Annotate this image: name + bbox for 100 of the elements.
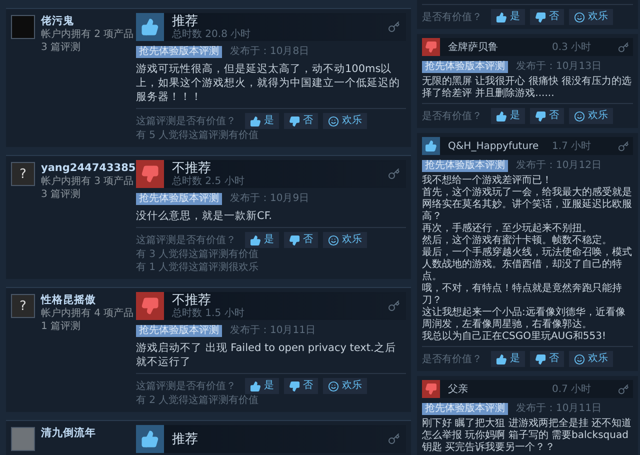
review-count[interactable]: 1 篇评测 bbox=[41, 321, 134, 333]
posted-date: 发布于：10月8日 bbox=[230, 46, 310, 58]
smile-icon bbox=[328, 234, 339, 246]
thumbs-down-icon bbox=[425, 41, 437, 53]
key-icon bbox=[388, 300, 400, 312]
verdict-title[interactable]: 不推荐 bbox=[172, 292, 380, 308]
review-paragraph: 再次，手感还行，至少玩起来不别扭。 bbox=[422, 223, 593, 234]
verdict-title[interactable]: 不推荐 bbox=[172, 160, 380, 176]
funny-button[interactable]: 欢乐 bbox=[569, 351, 613, 367]
avatar[interactable]: ? bbox=[11, 162, 35, 186]
no-button[interactable]: 否 bbox=[530, 351, 564, 367]
review-paragraph: 我不想给一个游戏差评而已！ bbox=[422, 175, 553, 186]
early-access-tag: 抢先体验版本评测 bbox=[136, 193, 222, 205]
thumbs-up-icon bbox=[141, 430, 159, 448]
thumbs-down-icon bbox=[535, 110, 546, 122]
thumbs-up-icon bbox=[425, 140, 437, 152]
thumbs-down-icon bbox=[141, 297, 159, 315]
review-paragraph: 这让我想起来一个小品:远看像刘德华，近看像周润发，左看像周星驰，右看像郭达。 bbox=[422, 307, 626, 330]
review-paragraph: 哦，不对，有特点！特点就是竟然奔跑只能持刀？ bbox=[422, 283, 623, 306]
thumbs-up-icon bbox=[141, 18, 159, 36]
yes-button[interactable]: 是 bbox=[491, 108, 525, 124]
smile-icon bbox=[574, 12, 585, 22]
review-count[interactable]: 3 篇评测 bbox=[41, 189, 136, 201]
early-access-tag: 抢先体验版本评测 bbox=[422, 403, 508, 415]
verdict-title[interactable]: 推荐 bbox=[172, 432, 380, 446]
hours-played: 总时数 20.8 小时 bbox=[172, 28, 252, 40]
yes-button[interactable]: 是 bbox=[245, 378, 279, 394]
helpful-prompt: 这篇评测是否有价值？ bbox=[136, 380, 236, 393]
author-name[interactable]: 父亲 bbox=[448, 382, 544, 396]
no-button[interactable]: 否 bbox=[284, 232, 318, 248]
yes-button[interactable]: 是 bbox=[245, 232, 279, 248]
posted-date: 发布于：10月13日 bbox=[516, 61, 602, 73]
helpful-prompt: 是否有价值？ bbox=[422, 110, 482, 123]
thumbs-down-icon bbox=[141, 165, 159, 183]
thumbs-up-icon bbox=[496, 110, 507, 122]
yes-button[interactable]: 是 bbox=[491, 9, 525, 25]
funny-button[interactable]: 欢乐 bbox=[569, 108, 613, 124]
hours-played: 总时数 2.5 小时 bbox=[172, 176, 246, 188]
avatar[interactable]: ? bbox=[11, 294, 35, 318]
review-text: 游戏可玩性很高，但是延迟太高了，动不动100ms以上，如果这个游戏想火，就得为中国建立一个低延迟的服务器！！！ bbox=[136, 62, 401, 104]
funny-button[interactable]: 欢乐 bbox=[323, 378, 367, 394]
key-icon bbox=[618, 42, 629, 52]
funny-button[interactable]: 欢乐 bbox=[323, 113, 367, 129]
review-paragraph: 然后，这个游戏有蜜汁卡顿。帧数不稳定。 bbox=[422, 235, 613, 246]
author-name[interactable]: 清九倒流年 bbox=[41, 427, 96, 440]
smile-icon bbox=[328, 116, 339, 126]
posted-date: 发布于：10月11日 bbox=[230, 325, 316, 337]
yes-button[interactable]: 是 bbox=[245, 113, 279, 129]
author-name[interactable]: 佬污鬼 bbox=[41, 15, 134, 28]
smile-icon bbox=[574, 110, 585, 122]
products-owned[interactable]: 帐户内拥有 4 项产品 bbox=[41, 308, 134, 320]
review-text: 游戏启动不了 出现 Failed to open privacy text.之后就不运行了 bbox=[136, 341, 397, 369]
thumbs-up-icon bbox=[250, 380, 261, 392]
helpful-prompt: 这篇评测是否有价值？ bbox=[136, 234, 236, 247]
products-owned[interactable]: 帐户内拥有 2 项产品 bbox=[41, 29, 134, 41]
review-paragraph: 最后，一个手感穿越火线，玩法使命召唤，模式人数战地的游戏。东借西借，却没了自己的特点。 bbox=[422, 247, 633, 282]
early-access-tag: 抢先体验版本评测 bbox=[136, 46, 222, 58]
author-name[interactable]: 性格昆摇傲 bbox=[41, 294, 134, 307]
review-paragraph: 我总以为自己正在CSGO里玩AUG和553! bbox=[422, 331, 607, 343]
no-button[interactable]: 否 bbox=[284, 378, 318, 394]
helpful-count: 有 3 人觉得这篇评测有价值 bbox=[136, 249, 260, 261]
thumbs-down-icon bbox=[535, 354, 546, 364]
hours-played: 总时数 1.5 小时 bbox=[172, 308, 246, 320]
posted-date: 发布于：10月12日 bbox=[516, 160, 602, 172]
helpful-count: 有 1 人觉得这篇评测很欢乐 bbox=[136, 262, 260, 274]
author-name[interactable]: 金牌萨贝鲁 bbox=[448, 40, 544, 54]
review-text: 没什么意思，就是一款新CF. bbox=[136, 209, 274, 223]
thumbs-up-icon bbox=[496, 12, 507, 22]
products-owned[interactable]: 帐户内拥有 3 项产品 bbox=[41, 176, 136, 188]
helpful-count: 有 5 人觉得这篇评测有价值 bbox=[136, 130, 260, 142]
key-icon bbox=[618, 384, 629, 394]
hours-played: 0.7 小时 bbox=[552, 382, 592, 396]
avatar[interactable] bbox=[11, 15, 35, 39]
author-name[interactable]: yang244743385 bbox=[41, 162, 136, 175]
funny-button[interactable]: 欢乐 bbox=[569, 9, 613, 25]
avatar[interactable] bbox=[11, 427, 35, 451]
funny-button[interactable]: 欢乐 bbox=[323, 232, 367, 248]
no-button[interactable]: 否 bbox=[530, 108, 564, 124]
helpful-count: 有 2 人觉得这篇评测有价值 bbox=[136, 395, 260, 407]
review-count[interactable]: 3 篇评测 bbox=[41, 42, 134, 54]
key-icon bbox=[388, 433, 400, 445]
helpful-prompt: 是否有价值？ bbox=[422, 11, 482, 24]
verdict-title[interactable]: 推荐 bbox=[172, 14, 380, 28]
no-button[interactable]: 否 bbox=[530, 9, 564, 25]
helpful-prompt: 是否有价值？ bbox=[422, 353, 482, 366]
review-text: 无限的黑屏 让我很开心 很痛快 很没有压力的选择了给差评 并且删除游戏...... bbox=[422, 76, 633, 100]
yes-button[interactable]: 是 bbox=[491, 351, 525, 367]
key-icon bbox=[388, 168, 400, 180]
thumbs-up-icon bbox=[250, 234, 261, 246]
thumbs-down-icon bbox=[289, 234, 300, 246]
thumbs-down-icon bbox=[289, 116, 300, 126]
key-icon bbox=[388, 21, 400, 33]
author-name[interactable]: Q&H_Happyfuture bbox=[448, 140, 544, 152]
hours-played: 0.3 小时 bbox=[552, 40, 592, 54]
thumbs-down-icon bbox=[535, 12, 546, 22]
no-button[interactable]: 否 bbox=[284, 113, 318, 129]
hours-played: 1.7 小时 bbox=[552, 140, 592, 153]
thumbs-up-icon bbox=[496, 354, 507, 364]
thumbs-up-icon bbox=[250, 116, 261, 126]
smile-icon bbox=[328, 380, 339, 392]
